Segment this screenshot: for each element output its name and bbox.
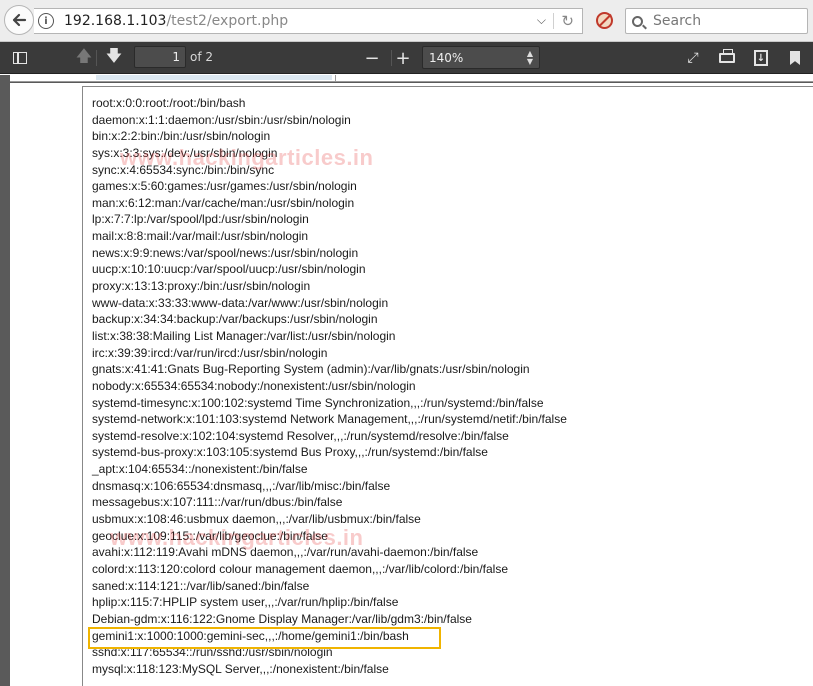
sidebar-toggle-button[interactable] — [10, 46, 30, 70]
text-line: _apt:x:104:65534::/nonexistent:/bin/fals… — [92, 462, 308, 477]
arrow-down-icon: 🡇 — [105, 45, 123, 65]
url-path: /test2/export.php — [166, 13, 289, 29]
text-line: www-data:x:33:33:www-data:/var/www:/usr/… — [92, 295, 389, 310]
pdf-toolbar: 🡅 🡇 1 of 2 − + 140% ▲ ▼ ⤢ ↓ — [0, 42, 813, 74]
expand-icon: ⤢ — [687, 50, 699, 66]
print-button[interactable] — [717, 46, 737, 70]
text-line: mail:x:8:8:mail:/var/mail:/usr/sbin/nolo… — [92, 229, 309, 244]
text-line: saned:x:114:121::/var/lib/saned:/bin/fal… — [92, 578, 310, 593]
text-line: bin:x:2:2:bin:/bin:/usr/sbin/nologin — [92, 129, 271, 144]
toolbar-separator — [96, 50, 97, 66]
url-text: 192.168.1.103/test2/export.php — [64, 13, 288, 29]
url-separator — [553, 13, 554, 29]
zoom-select[interactable]: 140% ▲ ▼ — [422, 46, 540, 69]
text-line: irc:x:39:39:ircd:/var/run/ircd:/usr/sbin… — [92, 345, 328, 360]
text-line: dnsmasq:x:106:65534:dnsmasq,,,:/var/lib/… — [92, 478, 391, 493]
text-line: mysql:x:118:123:MySQL Server,,,:/nonexis… — [92, 661, 389, 676]
text-line: root:x:0:0:root:/root:/bin/bash — [92, 96, 246, 110]
page-number-input[interactable]: 1 — [134, 46, 186, 68]
zoom-in-button[interactable]: + — [393, 46, 413, 70]
previous-page-button[interactable]: 🡅 — [74, 46, 94, 70]
toolbar-separator — [391, 50, 392, 66]
download-icon: ↓ — [754, 50, 768, 66]
url-dropdown-icon[interactable]: ⌵ — [537, 13, 546, 28]
browser-navbar: i 192.168.1.103/test2/export.php ⌵ ↻ Sea… — [0, 0, 813, 42]
watermark: www.hackingarticles.in — [120, 145, 374, 170]
sidebar-icon — [13, 52, 27, 64]
document-text: root:x:0:0:root:/root:/bin/bash daemon:x… — [92, 95, 567, 677]
highlight-box — [88, 627, 441, 649]
url-host: 192.168.1.103 — [64, 13, 167, 29]
zoom-out-button[interactable]: − — [362, 46, 382, 70]
plus-icon: + — [395, 47, 411, 69]
text-line: man:x:6:12:man:/var/cache/man:/usr/sbin/… — [92, 195, 355, 210]
text-line: systemd-timesync:x:100:102:systemd Time … — [92, 395, 544, 410]
text-line: proxy:x:13:13:proxy:/bin:/usr/sbin/nolog… — [92, 279, 311, 294]
url-bar[interactable]: i 192.168.1.103/test2/export.php ⌵ ↻ — [34, 8, 583, 34]
text-line: uucp:x:10:10:uucp:/var/spool/uucp:/usr/s… — [92, 262, 366, 277]
select-arrows-icon: ▲ ▼ — [526, 49, 533, 66]
text-line: systemd-resolve:x:102:104:systemd Resolv… — [92, 428, 509, 443]
minus-icon: − — [364, 47, 380, 69]
text-line: lp:x:7:7:lp:/var/spool/lpd:/usr/sbin/nol… — [92, 212, 309, 227]
previous-page-edge — [10, 75, 813, 82]
text-line: Debian-gdm:x:116:122:Gnome Display Manag… — [92, 611, 472, 626]
search-icon — [632, 15, 643, 27]
reload-icon[interactable]: ↻ — [561, 12, 574, 30]
text-line: backup:x:34:34:backup:/var/backups:/usr/… — [92, 312, 378, 327]
text-line: systemd-network:x:101:103:systemd Networ… — [92, 412, 567, 427]
presentation-mode-button[interactable]: ⤢ — [684, 46, 702, 70]
page-count: of 2 — [190, 50, 214, 64]
download-button[interactable]: ↓ — [751, 46, 771, 70]
arrow-up-icon: 🡅 — [75, 45, 93, 65]
printer-icon — [719, 49, 735, 63]
back-arrow-icon — [12, 13, 27, 27]
watermark: www.hackingarticles.in — [110, 525, 364, 550]
zoom-value: 140% — [429, 50, 464, 65]
text-line: daemon:x:1:1:daemon:/usr/sbin:/usr/sbin/… — [92, 112, 351, 127]
search-input[interactable]: Search — [653, 13, 701, 29]
text-line: messagebus:x:107:111::/var/run/dbus:/bin… — [92, 495, 343, 510]
previous-page-line — [335, 75, 336, 82]
noscript-icon[interactable] — [596, 12, 613, 29]
text-line: systemd-bus-proxy:x:103:105:systemd Bus … — [92, 445, 488, 460]
info-icon[interactable]: i — [38, 13, 54, 29]
text-line: colord:x:113:120:colord colour managemen… — [92, 561, 509, 576]
text-line: gnats:x:41:41:Gnats Bug-Reporting System… — [92, 362, 530, 377]
text-line: nobody:x:65534:65534:nobody:/nonexistent… — [92, 378, 416, 393]
next-page-button[interactable]: 🡇 — [104, 46, 124, 70]
text-line: list:x:38:38:Mailing List Manager:/var/l… — [92, 328, 396, 343]
bookmark-button[interactable] — [786, 46, 804, 70]
text-line: games:x:5:60:games:/usr/games:/usr/sbin/… — [92, 179, 357, 194]
search-bar[interactable]: Search — [625, 8, 808, 34]
text-line: news:x:9:9:news:/var/spool/news:/usr/sbi… — [92, 245, 359, 260]
bookmark-icon — [790, 51, 800, 65]
text-line: hplip:x:115:7:HPLIP system user,,,:/var/… — [92, 595, 399, 610]
back-button[interactable] — [4, 5, 34, 35]
previous-page-content — [96, 75, 332, 80]
